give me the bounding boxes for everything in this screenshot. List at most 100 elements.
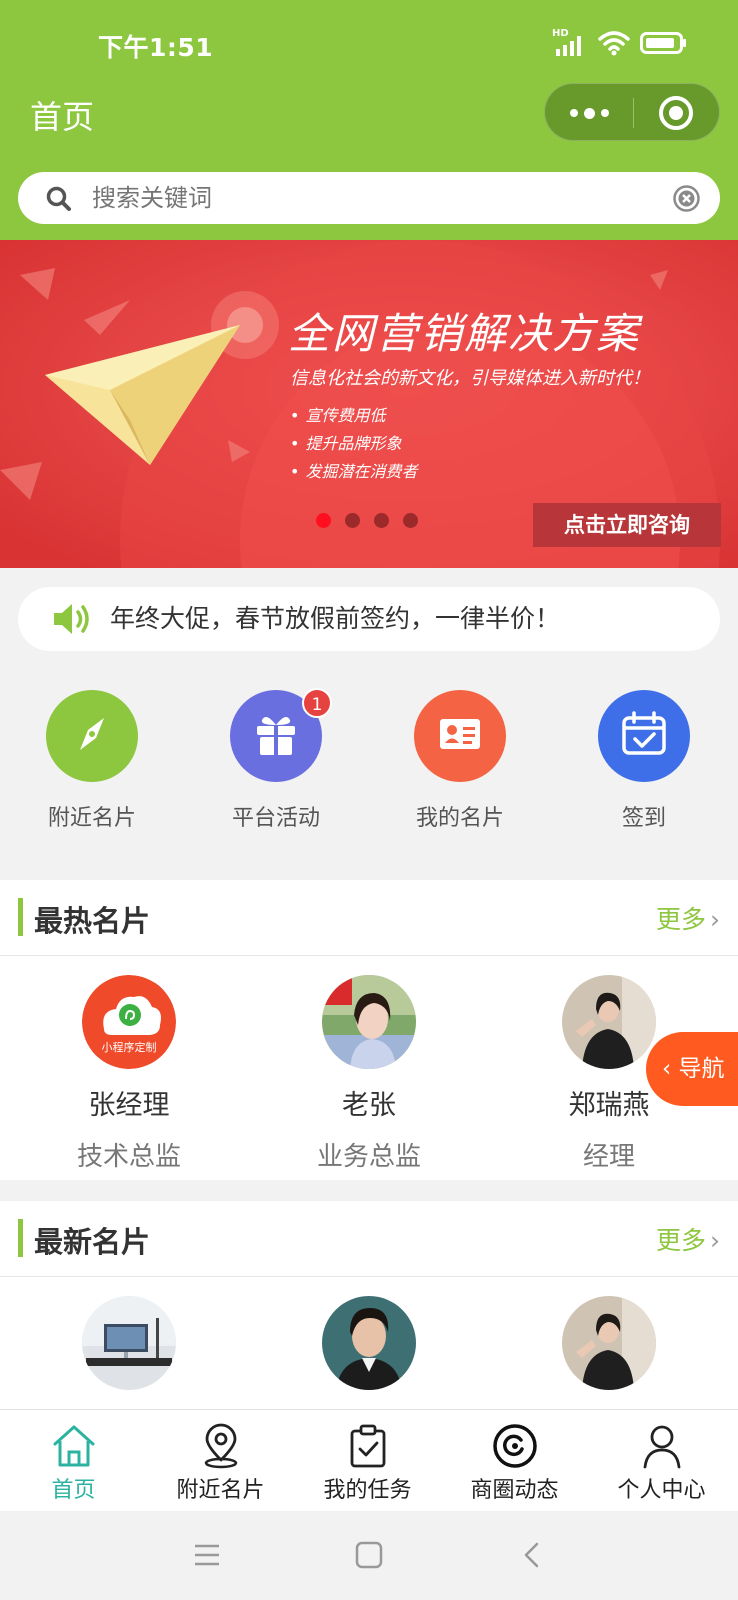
menu-icon-circle (598, 690, 690, 782)
calendar-check-icon (619, 709, 669, 763)
card-row (0, 1277, 738, 1409)
close-mini-program-button[interactable] (659, 96, 693, 130)
menu-check-in[interactable]: 签到 (552, 678, 736, 832)
card-role: 技术总监 (76, 1142, 181, 1172)
card-role: 经理 (582, 1142, 635, 1172)
business-card-item[interactable]: 老张 业务总监 (249, 956, 489, 1173)
task-clipboard-icon (344, 1422, 392, 1470)
search-area (0, 156, 738, 240)
menu-icon-circle (46, 690, 138, 782)
carousel-dot[interactable] (374, 513, 389, 528)
wifi-icon (598, 30, 630, 60)
location-pin-icon (197, 1422, 245, 1470)
capsule-divider (633, 98, 634, 128)
menu-lines-icon[interactable] (193, 1541, 221, 1573)
clear-icon[interactable] (673, 185, 700, 216)
status-time: 下午1:51 (98, 33, 214, 62)
announcement-text: 年终大促，春节放假前签约，一律半价！ (110, 604, 561, 633)
hot-more-link[interactable]: 更多 › (656, 900, 720, 936)
carousel-indicator (316, 513, 418, 528)
tab-label: 我的任务 (323, 1478, 412, 1503)
card-name: 老张 (342, 1090, 396, 1121)
banner-title: 全网营销解决方案 (288, 309, 641, 358)
more-options-button[interactable] (545, 84, 633, 142)
search-input[interactable] (92, 172, 652, 224)
section-accent-bar (18, 1219, 23, 1257)
business-card-item[interactable] (249, 1277, 489, 1390)
promo-banner[interactable]: 全网营销解决方案 信息化社会的新文化，引导媒体进入新时代！ 宣传费用低 提升品牌… (0, 240, 738, 568)
user-icon (638, 1422, 686, 1470)
feature-menu: 附近名片 1 平台活动 我的名片 签到 (0, 678, 738, 848)
card-row: 小程序定制 张经理 技术总监 老张 业务总监 郑瑞燕 经理 (0, 956, 738, 1180)
newest-cards-section: 最新名片 更多 › (0, 1201, 738, 1409)
battery-icon (640, 31, 688, 59)
carousel-dot[interactable] (345, 513, 360, 528)
carousel-dot[interactable] (403, 513, 418, 528)
notification-badge: 1 (302, 688, 332, 718)
tab-business-circle[interactable]: 商圈动态 (441, 1410, 588, 1512)
status-icons: HD (552, 28, 688, 60)
section-title: 最新名片 (34, 1225, 151, 1259)
floating-nav-button[interactable]: ‹ 导航 (646, 1032, 738, 1106)
tab-nearby-cards[interactable]: 附近名片 (147, 1410, 294, 1512)
announcement-bar[interactable]: 年终大促，春节放假前签约，一律半价！ (18, 587, 720, 651)
search-box[interactable] (18, 172, 720, 224)
avatar (322, 1296, 416, 1390)
menu-my-card[interactable]: 我的名片 (368, 678, 552, 832)
avatar (82, 1296, 176, 1390)
card-name: 张经理 (88, 1090, 170, 1121)
avatar: 小程序定制 (82, 975, 176, 1069)
banner-point: 发掘潜在消费者 (290, 458, 417, 486)
compass-icon (69, 711, 115, 761)
section-accent-bar (18, 898, 23, 936)
bottom-tab-bar: 首页 附近名片 我的任务 商圈动态 个人中心 (0, 1409, 738, 1511)
menu-icon-circle: 1 (230, 688, 332, 782)
business-card-item[interactable] (9, 1277, 249, 1390)
menu-label: 签到 (621, 806, 666, 831)
chevron-right-icon: › (710, 905, 720, 934)
avatar (562, 1296, 656, 1390)
business-card-item[interactable] (489, 1277, 729, 1390)
banner-point: 提升品牌形象 (290, 430, 417, 458)
signal-icon: HD (552, 28, 588, 58)
tab-label: 个人中心 (617, 1478, 706, 1503)
tab-label: 附近名片 (176, 1478, 265, 1503)
chevron-right-icon: › (710, 1226, 720, 1255)
menu-platform-activities[interactable]: 1 平台活动 (184, 678, 368, 832)
more-label: 更多 (655, 1226, 706, 1255)
search-icon (46, 186, 72, 216)
newest-more-link[interactable]: 更多 › (656, 1221, 720, 1257)
home-square-icon[interactable] (355, 1541, 383, 1573)
menu-nearby-cards[interactable]: 附近名片 (0, 678, 184, 832)
section-header: 最新名片 更多 › (0, 1201, 738, 1277)
business-card-item[interactable]: 小程序定制 张经理 技术总监 (9, 956, 249, 1173)
hot-cards-section: 最热名片 更多 › 小程序定制 张经理 技术总监 老张 业务总监 郑瑞燕 经理 (0, 880, 738, 1180)
nav-bar: 首页 (0, 80, 738, 156)
avatar (322, 975, 416, 1069)
menu-label: 我的名片 (415, 806, 504, 831)
tab-my-tasks[interactable]: 我的任务 (294, 1410, 441, 1512)
avatar (562, 975, 656, 1069)
banner-point: 宣传费用低 (290, 402, 417, 430)
carousel-dot[interactable] (316, 513, 331, 528)
section-title: 最热名片 (34, 904, 151, 938)
consult-now-button[interactable]: 点击立即咨询 (533, 503, 721, 547)
page-title: 首页 (30, 98, 95, 136)
banner-points: 宣传费用低 提升品牌形象 发掘潜在消费者 (290, 402, 417, 486)
menu-icon-circle (414, 690, 506, 782)
section-header: 最热名片 更多 › (0, 880, 738, 956)
speaker-icon (52, 601, 94, 641)
more-label: 更多 (655, 905, 706, 934)
mini-program-capsule (544, 83, 720, 141)
system-nav-bar (0, 1511, 738, 1600)
logo-text: 小程序定制 (101, 1041, 157, 1054)
tab-home[interactable]: 首页 (0, 1410, 147, 1512)
tab-profile[interactable]: 个人中心 (588, 1410, 735, 1512)
moments-icon (491, 1422, 539, 1470)
menu-label: 附近名片 (47, 806, 136, 831)
status-bar: 下午1:51 HD (0, 0, 738, 80)
banner-subtitle: 信息化社会的新文化，引导媒体进入新时代！ (290, 368, 650, 389)
menu-label: 平台活动 (231, 806, 320, 831)
tab-label: 商圈动态 (470, 1478, 559, 1503)
back-arrow-icon[interactable] (518, 1541, 546, 1573)
